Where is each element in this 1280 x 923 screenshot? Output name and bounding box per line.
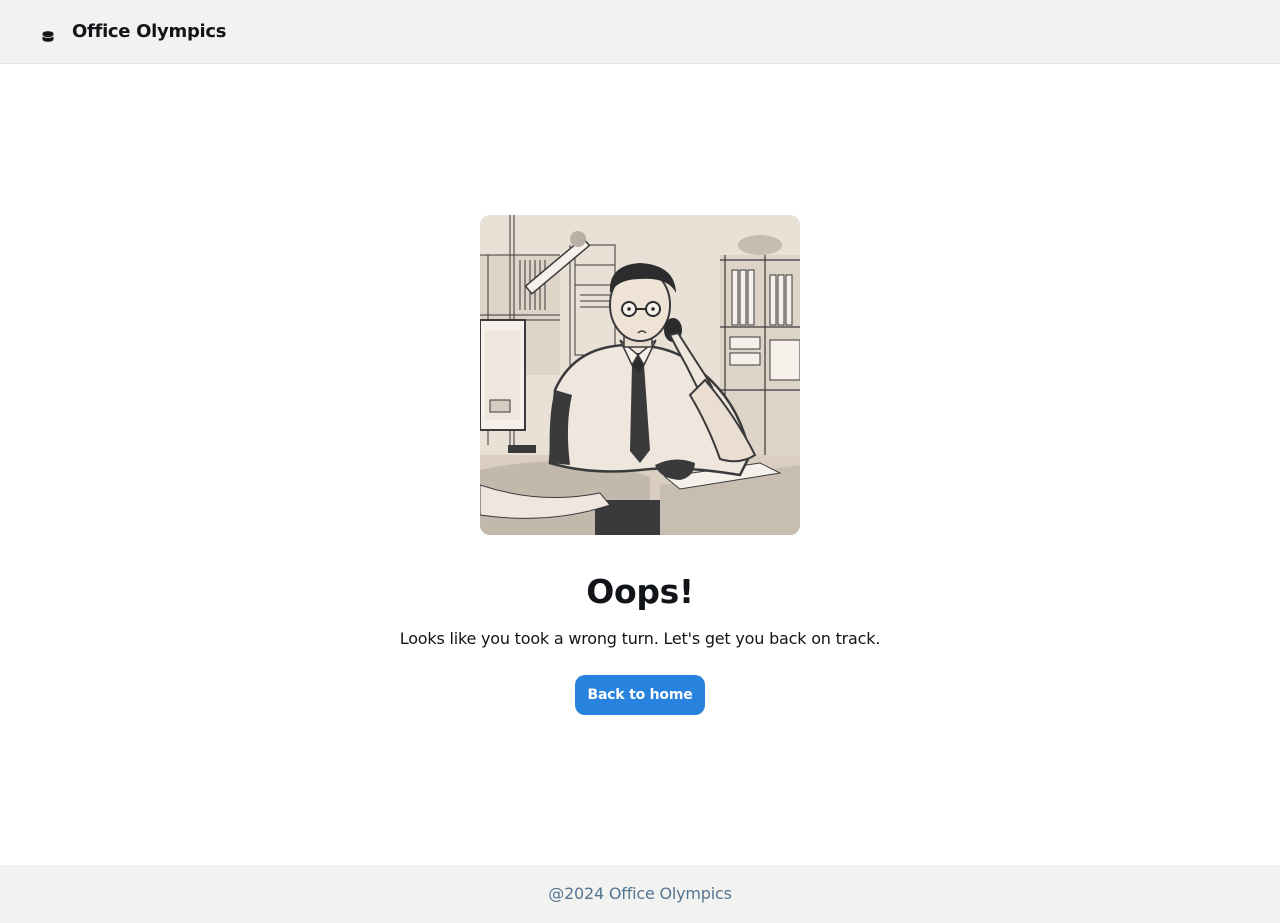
brand-title[interactable]: Office Olympics [72,20,226,44]
error-message: Looks like you took a wrong turn. Let's … [399,629,881,648]
office-worker-illustration [480,215,800,535]
footer-copyright: @2024 Office Olympics [548,884,732,903]
database-icon [42,27,54,42]
error-heading: Oops! [586,572,694,611]
site-footer: @2024 Office Olympics [0,865,1280,923]
site-header: Office Olympics [0,0,1280,64]
back-to-home-button[interactable]: Back to home [575,675,705,715]
